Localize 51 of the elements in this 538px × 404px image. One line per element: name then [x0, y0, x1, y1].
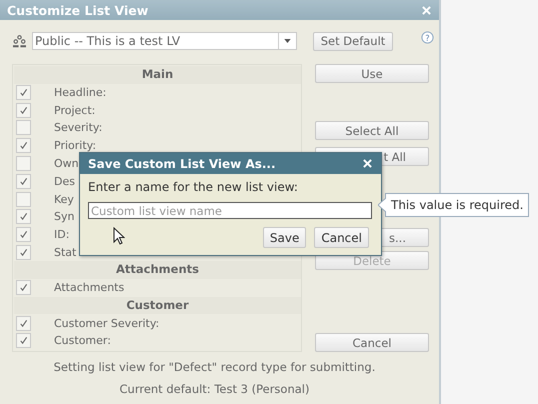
tooltip-pointer-icon — [378, 198, 386, 212]
info-text: Setting list view for "Defect" record type for submitting. — [52, 360, 376, 374]
check-icon — [19, 283, 28, 292]
check-icon — [19, 176, 28, 186]
field-label: Customer: — [54, 334, 111, 348]
field-label: Des — [54, 174, 75, 188]
field-label: Project: — [54, 104, 96, 117]
field-label: Customer Severity: — [54, 316, 160, 330]
field-label: ID: — [54, 228, 70, 242]
checkbox[interactable] — [16, 156, 31, 172]
field-label: Attachments — [54, 281, 124, 294]
checkbox[interactable] — [16, 174, 31, 189]
checkbox[interactable] — [16, 102, 31, 118]
help-icon[interactable]: ? — [421, 30, 434, 44]
dialog-button[interactable]: Cancel — [314, 227, 369, 248]
field-label: Syn — [54, 210, 74, 224]
close-icon[interactable] — [363, 159, 372, 168]
checkbox[interactable] — [16, 209, 31, 224]
checkbox[interactable] — [16, 333, 31, 348]
dialog-title: Save Custom List View As... — [88, 156, 276, 170]
checkbox[interactable] — [16, 316, 31, 331]
dialog-button[interactable]: Save — [262, 227, 306, 248]
section-header: Customer — [14, 296, 301, 314]
section-header: Attachments — [14, 261, 301, 279]
name-input-field[interactable]: Custom list view name — [88, 202, 372, 219]
field-label: Stat — [54, 246, 76, 260]
field-label: Priority: — [54, 139, 96, 152]
field-label: Key — [54, 192, 74, 206]
window-title: Customize List View — [7, 2, 148, 18]
people-icon — [12, 34, 27, 48]
checkbox[interactable] — [16, 138, 31, 154]
view-dropdown[interactable]: Public -- This is a test LV — [32, 32, 297, 50]
checkbox[interactable] — [16, 120, 31, 136]
checkbox[interactable] — [16, 192, 31, 207]
prompt-text: Enter a name for the new list view: — [88, 180, 299, 194]
button[interactable]: Select All — [315, 121, 429, 140]
section-header: Main — [14, 66, 301, 84]
field-label: Own — [54, 157, 79, 170]
field-label: Headline: — [54, 86, 106, 99]
checkbox[interactable] — [16, 84, 31, 100]
cursor-icon — [113, 227, 125, 245]
set-default-button[interactable]: Set Default — [313, 32, 393, 50]
check-icon — [19, 141, 28, 150]
button[interactable]: Use — [315, 64, 429, 83]
dropdown-arrow-icon — [284, 39, 291, 43]
info-text: Current default: Test 3 (Personal) — [118, 382, 310, 396]
button[interactable]: Cancel — [315, 333, 429, 352]
field-label: Severity: — [54, 121, 102, 134]
checkbox[interactable] — [16, 280, 31, 296]
checkbox[interactable] — [16, 227, 31, 242]
checkbox[interactable] — [16, 245, 31, 260]
